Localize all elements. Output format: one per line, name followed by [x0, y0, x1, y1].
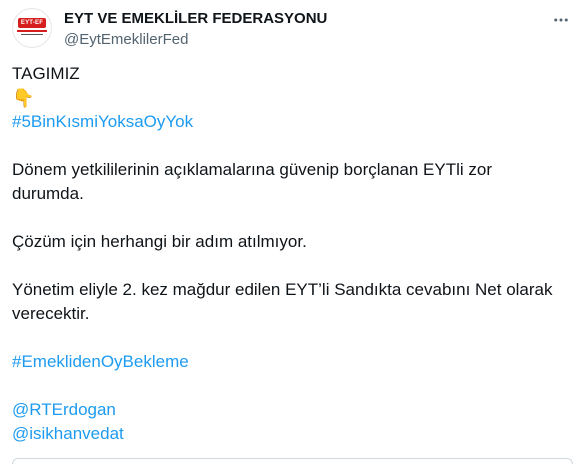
- tweet-line: Yönetim eliyle 2. kez mağdur edilen EYT’…: [12, 280, 553, 299]
- more-dots-svg: [554, 18, 568, 22]
- tweet-line: TAGIMIZ: [12, 64, 80, 83]
- author-display-name[interactable]: EYT VE EMEKLİLER FEDERASYONU: [64, 10, 327, 27]
- logo-stripe: [17, 30, 47, 32]
- mention-link[interactable]: @isikhanvedat: [12, 422, 124, 446]
- media-card-edge: [12, 458, 573, 464]
- tweet: EYT-EF EYT VE EMEKLİLER FEDERASYONU @Eyt…: [0, 0, 585, 464]
- avatar[interactable]: EYT-EF: [12, 8, 52, 48]
- federation-logo: EYT-EF: [15, 18, 49, 38]
- pointing-down-emoji: 👇: [12, 88, 35, 108]
- hashtag-link[interactable]: #5BinKısmiYoksaOyYok: [12, 110, 193, 134]
- more-horizontal-icon[interactable]: [549, 8, 573, 32]
- logo-mark: EYT-EF: [17, 18, 47, 28]
- tweet-line: Dönem yetkililerinin açıklamalarına güve…: [12, 160, 493, 179]
- tweet-line: verecektir.: [12, 304, 90, 323]
- tweet-line: Çözüm için herhangi bir adım atılmıyor.: [12, 232, 307, 251]
- author-handle[interactable]: @EytEmeklilerFed: [64, 31, 188, 48]
- mention-link[interactable]: @RTErdogan: [12, 398, 116, 422]
- hashtag-link[interactable]: #EmeklidenOyBekleme: [12, 350, 189, 374]
- logo-subline: [21, 34, 43, 35]
- tweet-line: durumda.: [12, 184, 84, 203]
